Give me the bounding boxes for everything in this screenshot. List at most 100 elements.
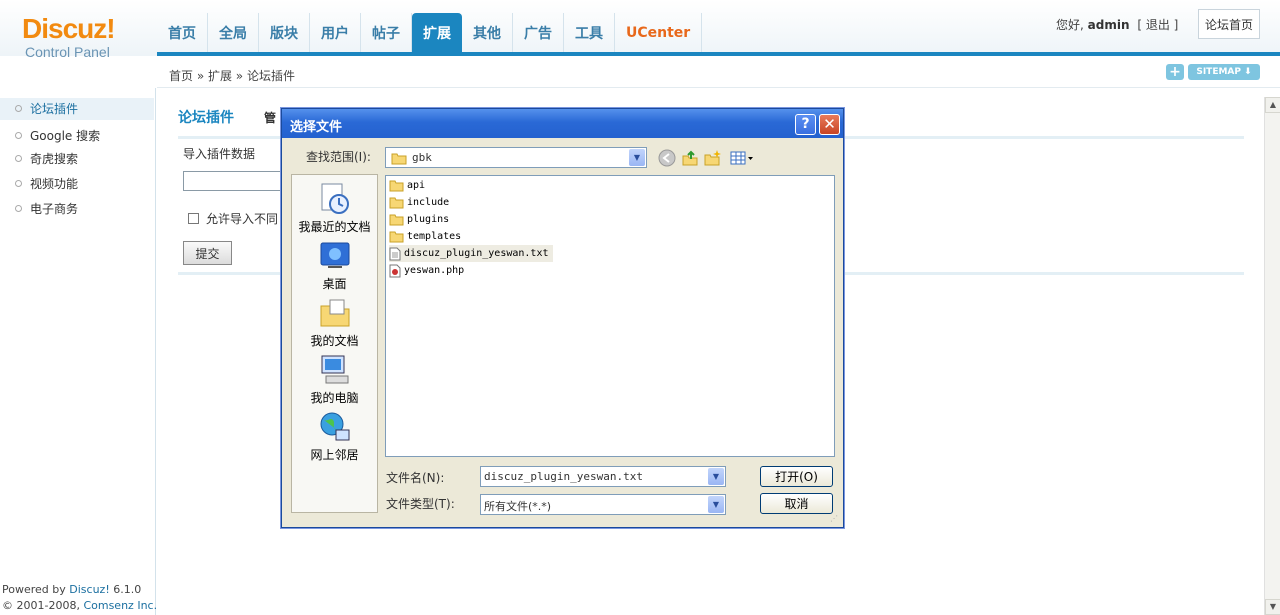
submit-button[interactable]: 提交 [183,241,232,265]
place-label: 网上邻居 [310,448,359,462]
footer: Powered by Discuz! 6.1.0 © 2001-2008, Co… [2,582,157,614]
chevron-down-icon[interactable]: ▼ [708,468,724,485]
sidebar-item[interactable]: 奇虎搜索 [0,148,154,170]
nav-tools[interactable]: 工具 [564,13,615,52]
chevron-down-icon[interactable]: ▼ [708,496,724,513]
place-item[interactable]: 我的电脑 [292,353,377,406]
cancel-button[interactable]: 取消 [760,493,833,514]
file-name: templates [407,231,462,242]
scroll-down-icon[interactable]: ▼ [1265,599,1280,615]
file-name: include [407,197,450,208]
footer-powered-text: Powered by [2,583,70,596]
allow-import-checkbox[interactable] [188,213,199,224]
sitemap-button[interactable]: SITEMAP ⬇ [1188,64,1260,80]
page-title: 论坛插件 [178,110,234,126]
file-item[interactable]: yeswan.php [389,262,468,279]
php-file-icon [389,264,401,277]
nav-posts[interactable]: 帖子 [361,13,412,52]
sidebar-item-label: 奇虎搜索 [30,152,79,166]
folder-item[interactable]: templates [389,228,465,245]
page-scrollbar[interactable]: ▲ ▼ [1264,97,1280,615]
sidebar-item-label: Google 搜索 [30,129,101,143]
close-button[interactable]: ✕ [819,114,840,135]
dialog-titlebar[interactable]: 选择文件 ? ✕ [282,109,843,138]
allow-import-label: 允许导入不同 [206,212,279,226]
nav-home[interactable]: 首页 [157,13,208,52]
sidebar-item[interactable]: 电子商务 [0,198,154,220]
logo-brand: Discuz! [22,13,116,44]
username: admin [1087,18,1130,32]
filetype-value: 所有文件(*.*) [484,500,552,513]
greeting-text: 您好, [1056,18,1084,32]
folder-item[interactable]: include [389,194,453,211]
bullet-icon [15,105,22,112]
help-button[interactable]: ? [795,114,816,135]
sidebar-item[interactable]: 论坛插件 [0,98,154,120]
sidebar-item-label: 论坛插件 [30,102,79,116]
file-name: yeswan.php [404,265,465,276]
main-nav: 首页 全局 版块 用户 帖子 扩展 其他 广告 工具 UCenter [157,13,703,52]
nav-global[interactable]: 全局 [208,13,259,52]
nav-underline [157,52,1280,56]
text-file-icon [389,247,401,260]
filename-value: discuz_plugin_yeswan.txt [484,470,643,483]
nav-ads[interactable]: 广告 [513,13,564,52]
file-name: api [407,180,426,191]
network-places-icon [320,412,349,441]
place-item[interactable]: 我的文档 [292,296,377,349]
filetype-label: 文件类型(T): [386,497,455,511]
open-button[interactable]: 打开(O) [760,466,833,487]
nav-extend[interactable]: 扩展 [412,13,462,52]
bullet-icon [15,155,22,162]
nav-forums[interactable]: 版块 [259,13,310,52]
place-item[interactable]: 我最近的文档 [292,182,377,235]
filename-input[interactable]: discuz_plugin_yeswan.txt ▼ [480,466,726,487]
bullet-icon [15,132,22,139]
sidebar-item[interactable]: Google 搜索 [0,125,154,147]
up-folder-icon[interactable] [681,149,699,167]
file-item[interactable]: discuz_plugin_yeswan.txt [389,245,553,262]
look-in-dropdown[interactable]: gbk ▼ [385,147,647,168]
logout-link[interactable]: [ 退出 ] [1137,18,1178,32]
bullet-icon [15,205,22,212]
footer-discuz-link[interactable]: Discuz! [69,583,109,596]
sidebar-item[interactable]: 视频功能 [0,173,154,195]
nav-other[interactable]: 其他 [462,13,513,52]
filetype-dropdown[interactable]: 所有文件(*.*) ▼ [480,494,726,515]
nav-ucenter[interactable]: UCenter [615,13,703,52]
new-folder-icon[interactable] [704,149,722,167]
sidebar-item-label: 电子商务 [30,202,79,216]
tab-manage[interactable]: 管 [264,109,276,126]
footer-comsenz-link[interactable]: Comsenz Inc. [83,599,157,612]
nav-users[interactable]: 用户 [310,13,361,52]
place-item[interactable]: 网上邻居 [292,410,377,463]
sidebar: 论坛插件 Google 搜索 奇虎搜索视频功能电子商务 [0,88,156,615]
folder-item[interactable]: api [389,177,429,194]
logo-subtitle: Control Panel [25,44,110,60]
resize-grip-icon[interactable]: ⋰ [830,514,841,525]
filename-label: 文件名(N): [386,471,445,485]
folder-icon [389,197,404,208]
sidebar-item-label: 视频功能 [30,177,79,191]
forum-home-button[interactable]: 论坛首页 [1198,9,1260,39]
breadcrumb-bar: 首页 » 扩展 » 论坛插件 + SITEMAP ⬇ [157,60,1280,88]
scroll-up-icon[interactable]: ▲ [1265,97,1280,113]
user-bar: 您好, admin [ 退出 ] [1056,16,1178,33]
place-label: 我的文档 [310,334,359,348]
view-menu-icon[interactable] [730,149,754,167]
add-shortcut-button[interactable]: + [1166,64,1184,80]
folder-item[interactable]: plugins [389,211,453,228]
back-icon[interactable] [658,149,676,167]
chevron-down-icon[interactable]: ▼ [629,149,645,166]
footer-version: 6.1.0 [109,583,142,596]
place-item[interactable]: 桌面 [292,239,377,292]
file-open-dialog: 选择文件 ? ✕ 查找范围(I): gbk ▼ 我最近的文档桌面我的文档我的电脑… [281,108,844,528]
header: Discuz! Control Panel 首页 全局 版块 用户 帖子 扩展 其他 广告 工具… [0,0,1280,60]
look-in-label: 查找范围(I): [306,150,371,164]
place-label: 我最近的文档 [298,220,371,234]
breadcrumb: 首页 » 扩展 » 论坛插件 [169,69,295,83]
file-list[interactable]: api include plugins templates discuz_plugin_… [385,175,835,457]
folder-icon [389,231,404,242]
discuz-logo[interactable]: Discuz! Control Panel [22,13,132,61]
folder-icon [391,153,407,165]
